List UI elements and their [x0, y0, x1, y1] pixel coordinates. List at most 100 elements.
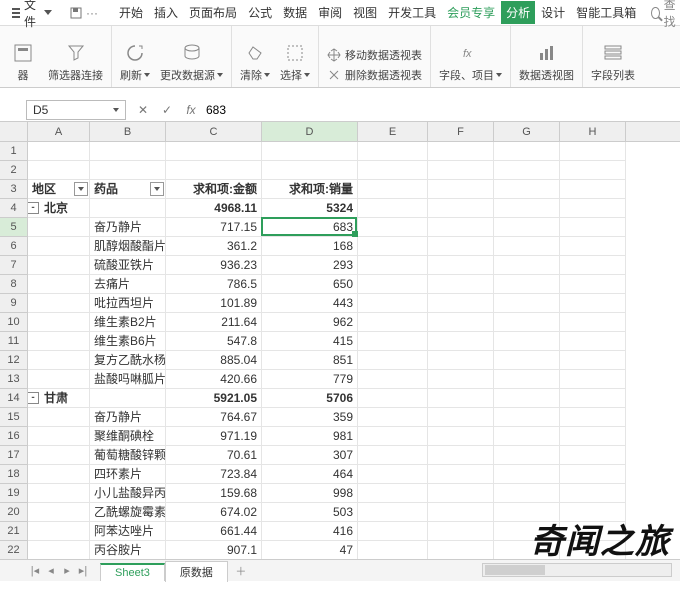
- cell[interactable]: [28, 294, 90, 313]
- cell[interactable]: [358, 218, 428, 237]
- cell[interactable]: [428, 389, 494, 408]
- cell[interactable]: 547.8: [166, 332, 262, 351]
- sheet-next-icon[interactable]: ▸: [60, 564, 74, 578]
- cell[interactable]: [560, 313, 626, 332]
- horizontal-scrollbar[interactable]: [482, 563, 672, 577]
- row-header[interactable]: 8: [0, 275, 28, 294]
- cell[interactable]: [358, 427, 428, 446]
- filter-button[interactable]: [74, 182, 88, 196]
- row-header[interactable]: 1: [0, 142, 28, 161]
- cell[interactable]: [560, 218, 626, 237]
- cell[interactable]: 786.5: [166, 275, 262, 294]
- cell[interactable]: 101.89: [166, 294, 262, 313]
- cell[interactable]: [428, 484, 494, 503]
- cell[interactable]: [428, 218, 494, 237]
- tab-智能工具箱[interactable]: 智能工具箱: [571, 1, 641, 24]
- cell[interactable]: [494, 389, 560, 408]
- cell[interactable]: [560, 142, 626, 161]
- cell[interactable]: 464: [262, 465, 358, 484]
- cell[interactable]: [90, 389, 166, 408]
- cell[interactable]: 奋乃静片: [90, 408, 166, 427]
- sheet-prev-icon[interactable]: ◂: [44, 564, 58, 578]
- cell[interactable]: [428, 522, 494, 541]
- cell[interactable]: [560, 351, 626, 370]
- cell[interactable]: 四环素片: [90, 465, 166, 484]
- search-group[interactable]: 查找: [651, 0, 679, 30]
- cell[interactable]: [358, 522, 428, 541]
- cell[interactable]: [28, 370, 90, 389]
- cell[interactable]: [494, 541, 560, 559]
- cell[interactable]: [28, 484, 90, 503]
- cell[interactable]: 去痛片: [90, 275, 166, 294]
- cell[interactable]: [28, 256, 90, 275]
- tab-设计[interactable]: 设计: [536, 1, 570, 24]
- cell[interactable]: 971.19: [166, 427, 262, 446]
- cell[interactable]: [262, 161, 358, 180]
- clear-button[interactable]: 清除: [240, 41, 270, 83]
- cell[interactable]: [262, 142, 358, 161]
- row-header[interactable]: 10: [0, 313, 28, 332]
- cell[interactable]: [494, 313, 560, 332]
- cell[interactable]: 661.44: [166, 522, 262, 541]
- cell[interactable]: 葡萄糖酸锌颗: [90, 446, 166, 465]
- cell[interactable]: 47: [262, 541, 358, 559]
- cell[interactable]: [494, 142, 560, 161]
- cell[interactable]: [560, 408, 626, 427]
- cell[interactable]: [28, 332, 90, 351]
- cell[interactable]: [428, 180, 494, 199]
- select-all-corner[interactable]: [0, 122, 28, 141]
- cell[interactable]: [358, 370, 428, 389]
- cell[interactable]: [428, 313, 494, 332]
- cell[interactable]: 723.84: [166, 465, 262, 484]
- cell[interactable]: [428, 142, 494, 161]
- cell[interactable]: [428, 256, 494, 275]
- tab-数据[interactable]: 数据: [278, 1, 312, 24]
- cell[interactable]: [494, 446, 560, 465]
- cell[interactable]: 小儿盐酸异丙: [90, 484, 166, 503]
- cell[interactable]: 779: [262, 370, 358, 389]
- cell[interactable]: [28, 351, 90, 370]
- cell[interactable]: [358, 503, 428, 522]
- cell[interactable]: [428, 237, 494, 256]
- col-header-D[interactable]: D: [262, 122, 358, 141]
- cell[interactable]: [494, 199, 560, 218]
- col-header-F[interactable]: F: [428, 122, 494, 141]
- cell[interactable]: [494, 351, 560, 370]
- cell[interactable]: 维生素B6片: [90, 332, 166, 351]
- cell[interactable]: 211.64: [166, 313, 262, 332]
- tab-开始[interactable]: 开始: [114, 1, 148, 24]
- cell[interactable]: [428, 161, 494, 180]
- row-header[interactable]: 12: [0, 351, 28, 370]
- cell[interactable]: [28, 522, 90, 541]
- cell[interactable]: [428, 408, 494, 427]
- tab-会员专享[interactable]: 会员专享: [442, 1, 500, 24]
- row-header[interactable]: 14: [0, 389, 28, 408]
- cell[interactable]: [28, 446, 90, 465]
- row-header[interactable]: 13: [0, 370, 28, 389]
- cell[interactable]: [560, 541, 626, 559]
- refresh-button[interactable]: 刷新: [120, 41, 150, 83]
- cell[interactable]: 415: [262, 332, 358, 351]
- cell[interactable]: [28, 427, 90, 446]
- cell[interactable]: [428, 199, 494, 218]
- tab-审阅[interactable]: 审阅: [313, 1, 347, 24]
- slicer-button[interactable]: 器: [8, 41, 38, 83]
- collapse-button[interactable]: -: [28, 392, 39, 404]
- row-header[interactable]: 2: [0, 161, 28, 180]
- cell[interactable]: 683: [262, 218, 358, 237]
- cell[interactable]: [358, 541, 428, 559]
- cell[interactable]: [358, 484, 428, 503]
- cell[interactable]: 5706: [262, 389, 358, 408]
- cell[interactable]: 盐酸吗啉胍片: [90, 370, 166, 389]
- cell[interactable]: [358, 465, 428, 484]
- cell[interactable]: [428, 370, 494, 389]
- cell[interactable]: 851: [262, 351, 358, 370]
- name-box[interactable]: D5: [26, 100, 126, 120]
- cell[interactable]: [358, 294, 428, 313]
- cell[interactable]: [494, 332, 560, 351]
- sheet-last-icon[interactable]: ▸|: [76, 564, 90, 578]
- cell[interactable]: [28, 541, 90, 559]
- cell[interactable]: [494, 408, 560, 427]
- cell[interactable]: [560, 465, 626, 484]
- cell[interactable]: [428, 294, 494, 313]
